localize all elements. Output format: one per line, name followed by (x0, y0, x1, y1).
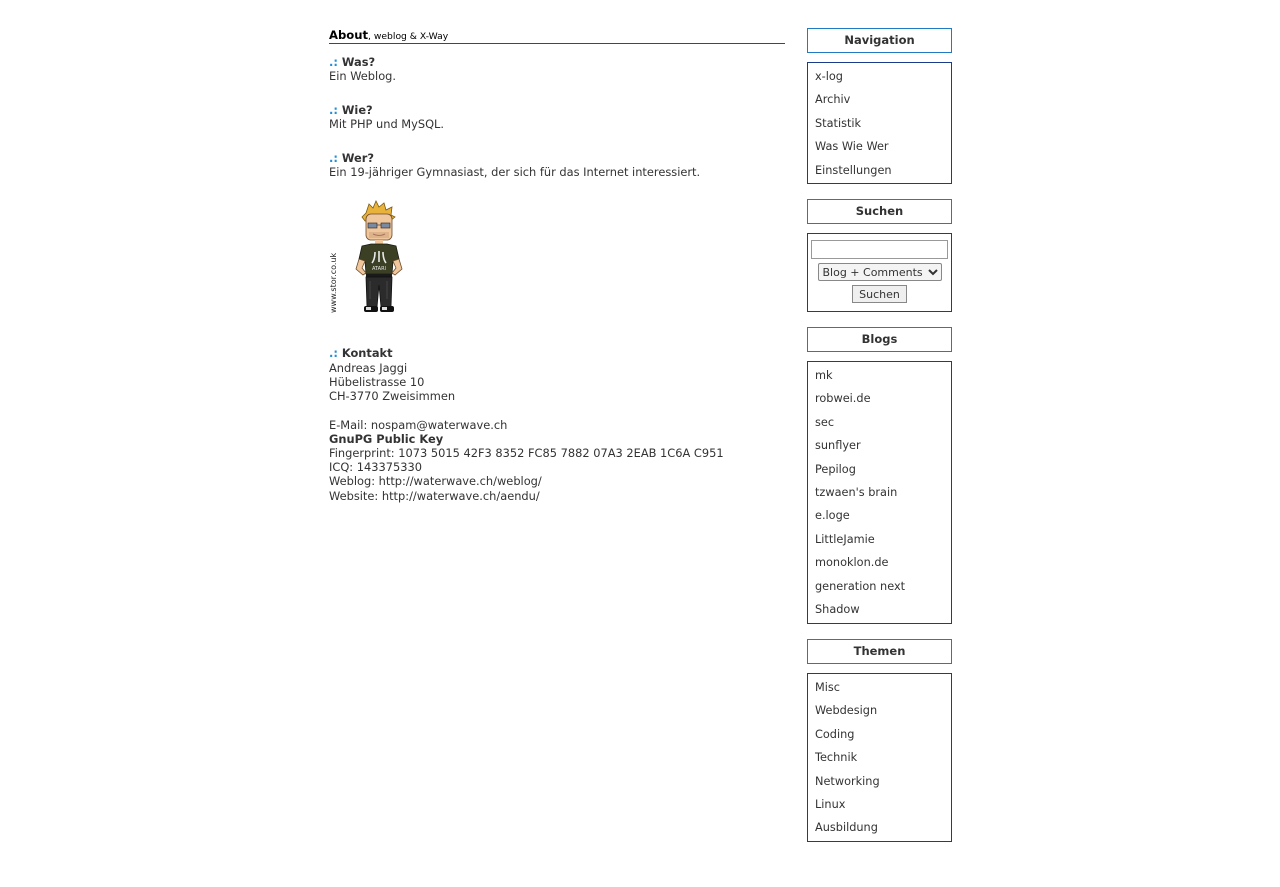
contact-city: CH-3770 Zweisimmen (329, 389, 456, 404)
search-scope-select[interactable]: Blog + Comments (817, 263, 942, 281)
blog-item[interactable]: monoklon.de (808, 551, 951, 574)
section-heading: Wer? (341, 151, 374, 165)
blog-item[interactable]: sunflyer (808, 434, 951, 457)
website-label: Website: (329, 488, 382, 503)
contact-name: Andreas Jaggi (329, 360, 408, 375)
blogs-box: mk robwei.de sec sunflyer Pepilog tzwaen… (807, 361, 952, 624)
weblog-label: Weblog: (329, 474, 379, 489)
theme-item[interactable]: Misc (808, 676, 951, 699)
section-text: Mit PHP und MySQL. (329, 117, 445, 132)
search-input[interactable] (811, 240, 948, 259)
bullet-dots: .: (329, 103, 338, 117)
page-title-main: About (329, 28, 369, 42)
contact-street: Hübelistrasse 10 (329, 374, 425, 389)
section-text: Ein 19-jähriger Gymnasiast, der sich für… (329, 165, 701, 180)
contact-weblog: Weblog: http://waterwave.ch/weblog/ (329, 474, 785, 488)
theme-item[interactable]: Ausbildung (808, 816, 951, 839)
blog-item[interactable]: Shadow (808, 598, 951, 621)
section-text: Ein Weblog. (329, 69, 397, 84)
theme-item[interactable]: Coding (808, 723, 951, 746)
contact-heading: Kontakt (341, 346, 393, 361)
navigation-box: x-log Archiv Statistik Was Wie Wer Einst… (807, 62, 952, 184)
bullet-dots: .: (329, 151, 338, 165)
contact-website: Website: http://waterwave.ch/aendu/ (329, 489, 785, 503)
gnupg-key-link[interactable]: GnuPG Public Key (329, 432, 443, 446)
avatar-shirt-text: ATARI (372, 266, 386, 272)
blog-item[interactable]: LittleJamie (808, 528, 951, 551)
page-title-sub: , weblog & X-Way (368, 31, 449, 42)
section-wer: .: Wer? Ein 19-jähriger Gymnasiast, der … (329, 151, 785, 179)
theme-item[interactable]: Linux (808, 793, 951, 816)
blog-item[interactable]: mk (808, 364, 951, 387)
page-title: About, weblog & X-Way (329, 29, 785, 44)
search-box: Blog + Comments Suchen (807, 233, 952, 312)
theme-item[interactable]: Webdesign (808, 699, 951, 722)
navigation-title: Navigation (807, 28, 952, 53)
section-was: .: Was? Ein Weblog. (329, 55, 785, 83)
blog-item[interactable]: generation next (808, 575, 951, 598)
blog-item[interactable]: Pepilog (808, 458, 951, 481)
nav-item-einstellungen[interactable]: Einstellungen (808, 159, 951, 182)
avatar-image: www.stor.co.uk ATARI (329, 200, 403, 314)
search-button[interactable]: Suchen (852, 285, 907, 303)
blog-item[interactable]: tzwaen's brain (808, 481, 951, 504)
themen-box: Misc Webdesign Coding Technik Networking… (807, 673, 952, 842)
contact-icq: ICQ: 143375330 (329, 460, 422, 475)
contact-section: .: Kontakt Andreas Jaggi Hübelistrasse 1… (329, 346, 785, 502)
main-content: About, weblog & X-Way .: Was? Ein Weblog… (329, 29, 785, 503)
nav-item-x-log[interactable]: x-log (808, 65, 951, 88)
themen-title: Themen (807, 639, 952, 664)
blog-item[interactable]: robwei.de (808, 387, 951, 410)
search-title: Suchen (807, 199, 952, 224)
nav-item-statistik[interactable]: Statistik (808, 112, 951, 135)
gnupg-fingerprint: Fingerprint: 1073 5015 42F3 8352 FC85 78… (329, 446, 724, 461)
bullet-dots: .: (329, 346, 338, 361)
blogs-title: Blogs (807, 327, 952, 352)
avatar-credit: www.stor.co.uk (329, 253, 338, 314)
email-label: E-Mail: (329, 417, 371, 432)
theme-item[interactable]: Technik (808, 746, 951, 769)
weblog-link[interactable]: http://waterwave.ch/weblog/ (379, 474, 542, 488)
blog-item[interactable]: e.loge (808, 504, 951, 527)
nav-item-was-wie-wer[interactable]: Was Wie Wer (808, 135, 951, 158)
theme-item[interactable]: Networking (808, 770, 951, 793)
section-heading: Was? (341, 55, 376, 69)
email-link[interactable]: nospam@waterwave.ch (371, 418, 507, 432)
section-heading: Wie? (341, 103, 373, 117)
contact-email: E-Mail: nospam@waterwave.ch (329, 418, 785, 432)
avatar: www.stor.co.uk ATARI (329, 199, 785, 319)
section-wie: .: Wie? Mit PHP und MySQL. (329, 103, 785, 131)
bullet-dots: .: (329, 55, 338, 69)
blog-item[interactable]: sec (808, 411, 951, 434)
website-link[interactable]: http://waterwave.ch/aendu/ (382, 489, 540, 503)
nav-item-archiv[interactable]: Archiv (808, 88, 951, 111)
